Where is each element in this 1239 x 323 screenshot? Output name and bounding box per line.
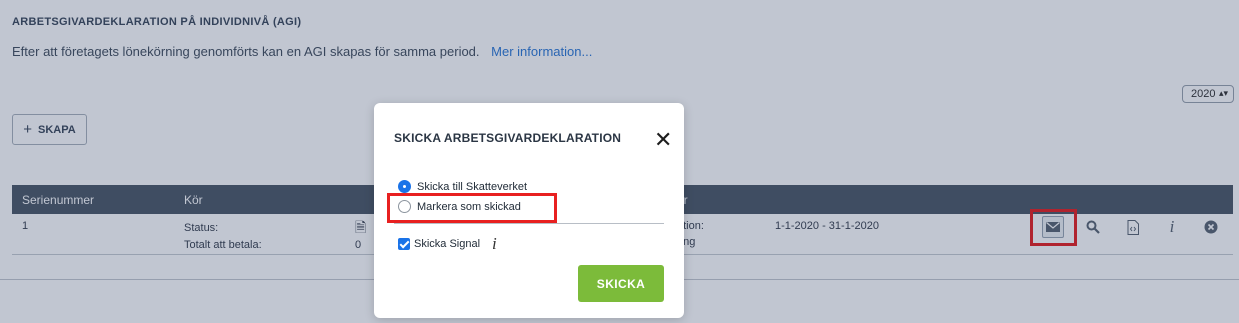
- option-send-label: Skicka till Skatteverket: [417, 180, 528, 193]
- option-highlight: [387, 193, 557, 223]
- option-send-to-skatteverket[interactable]: Skicka till Skatteverket: [398, 180, 527, 193]
- info-icon[interactable]: i: [492, 234, 497, 254]
- send-dialog: SKICKA ARBETSGIVARDEKLARATION ✕ Skicka t…: [374, 103, 684, 318]
- close-icon[interactable]: ✕: [654, 129, 672, 151]
- signal-label: Skicka Signal: [414, 238, 481, 250]
- dialog-title: SKICKA ARBETSGIVARDEKLARATION: [394, 131, 622, 145]
- dialog-divider: [394, 223, 664, 224]
- checkbox-checked-icon[interactable]: [398, 238, 410, 250]
- send-button[interactable]: SKICKA: [578, 265, 664, 302]
- signal-option[interactable]: Skicka Signal i: [398, 234, 497, 254]
- radio-selected-icon[interactable]: [398, 180, 411, 193]
